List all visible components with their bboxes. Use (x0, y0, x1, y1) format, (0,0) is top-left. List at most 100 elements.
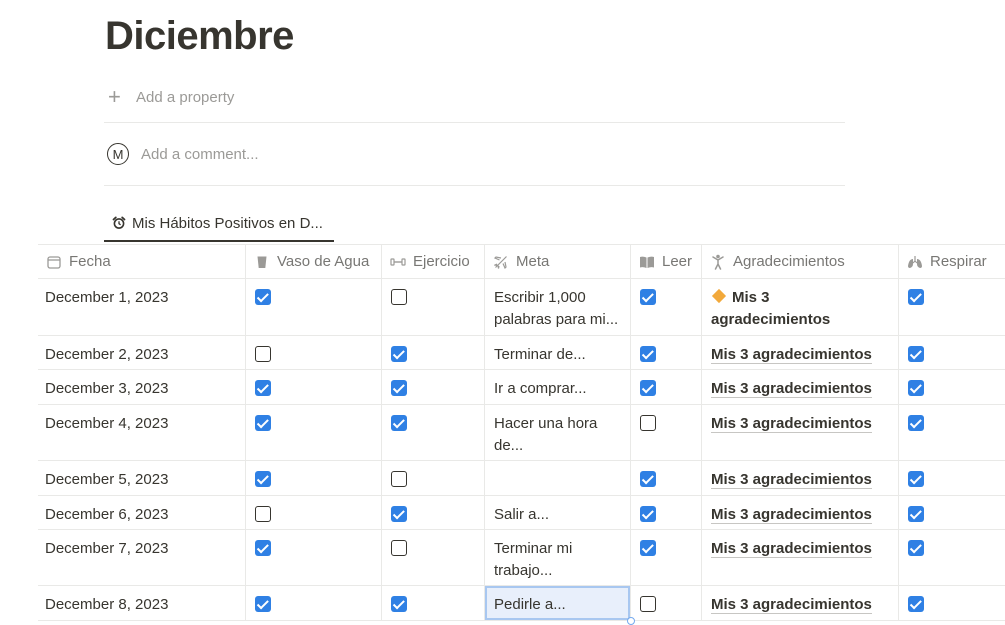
cell-agua[interactable] (246, 586, 382, 620)
column-header-fecha[interactable]: Fecha (38, 245, 246, 278)
checkbox[interactable] (255, 380, 271, 396)
checkbox[interactable] (391, 346, 407, 362)
cell-leer[interactable] (631, 496, 702, 529)
cell-agua[interactable] (246, 279, 382, 335)
cell-respirar[interactable] (899, 530, 1005, 585)
cell-leer[interactable] (631, 405, 702, 460)
cell-agradecimientos[interactable]: Mis 3 agradecimientos (702, 530, 899, 585)
cell-meta[interactable] (485, 461, 631, 495)
checkbox[interactable] (391, 380, 407, 396)
column-header-leer[interactable]: Leer (631, 245, 702, 278)
cell-respirar[interactable] (899, 370, 1005, 404)
checkbox[interactable] (640, 540, 656, 556)
agradecimientos-link[interactable]: Mis 3 agradecimientos (711, 380, 872, 398)
cell-fecha[interactable]: December 4, 2023 (38, 405, 246, 460)
checkbox[interactable] (640, 471, 656, 487)
agradecimientos-link[interactable]: Mis 3 agradecimientos (711, 506, 872, 524)
cell-leer[interactable] (631, 586, 702, 620)
cell-ejercicio[interactable] (382, 279, 485, 335)
cell-leer[interactable] (631, 336, 702, 369)
cell-agua[interactable] (246, 530, 382, 585)
cell-ejercicio[interactable] (382, 586, 485, 620)
column-header-ejercicio[interactable]: Ejercicio (382, 245, 485, 278)
agradecimientos-link[interactable]: Mis 3 agradecimientos (711, 415, 872, 433)
cell-agua[interactable] (246, 370, 382, 404)
checkbox[interactable] (255, 506, 271, 522)
checkbox[interactable] (255, 289, 271, 305)
add-property-button[interactable]: + Add a property (108, 85, 234, 109)
checkbox[interactable] (255, 596, 271, 612)
cell-ejercicio[interactable] (382, 405, 485, 460)
checkbox[interactable] (391, 540, 407, 556)
cell-agradecimientos[interactable]: Mis 3 agradecimientos (702, 405, 899, 460)
cell-respirar[interactable] (899, 336, 1005, 369)
column-header-respirar[interactable]: Respirar (899, 245, 1005, 278)
cell-agradecimientos[interactable]: Mis 3 agradecimientos (702, 370, 899, 404)
agradecimientos-link[interactable]: Mis 3 agradecimientos (711, 346, 872, 364)
agradecimientos-link[interactable]: Mis 3 agradecimientos (711, 471, 872, 489)
cell-agradecimientos[interactable]: Mis 3 agradecimientos (702, 461, 899, 495)
agradecimientos-link[interactable]: Mis 3 agradecimientos (711, 540, 872, 558)
checkbox[interactable] (908, 540, 924, 556)
cell-fecha[interactable]: December 3, 2023 (38, 370, 246, 404)
cell-fecha[interactable]: December 1, 2023 (38, 279, 246, 335)
checkbox[interactable] (908, 471, 924, 487)
cell-meta[interactable]: Escribir 1,000 palabras para mi... (485, 279, 631, 335)
cell-agradecimientos[interactable]: Mis 3 agradecimientos (702, 586, 899, 620)
checkbox[interactable] (255, 471, 271, 487)
cell-agradecimientos[interactable]: Mis 3 agradecimientos (702, 336, 899, 369)
cell-respirar[interactable] (899, 461, 1005, 495)
cell-agua[interactable] (246, 496, 382, 529)
checkbox[interactable] (640, 346, 656, 362)
checkbox[interactable] (640, 415, 656, 431)
checkbox[interactable] (640, 289, 656, 305)
cell-meta[interactable]: Terminar de... (485, 336, 631, 369)
checkbox[interactable] (908, 415, 924, 431)
cell-agradecimientos[interactable]: Mis 3 agradecimientos (702, 496, 899, 529)
cell-fecha[interactable]: December 2, 2023 (38, 336, 246, 369)
checkbox[interactable] (255, 540, 271, 556)
cell-ejercicio[interactable] (382, 336, 485, 369)
cell-agua[interactable] (246, 336, 382, 369)
cell-agua[interactable] (246, 405, 382, 460)
cell-leer[interactable] (631, 279, 702, 335)
cell-fecha[interactable]: December 8, 2023 (38, 586, 246, 620)
checkbox[interactable] (908, 346, 924, 362)
cell-respirar[interactable] (899, 279, 1005, 335)
cell-meta[interactable]: Pedirle a... (485, 586, 635, 625)
agradecimientos-link[interactable]: Mis 3 agradecimientos (711, 289, 830, 328)
checkbox[interactable] (908, 289, 924, 305)
cell-meta[interactable]: Terminar mi trabajo... (485, 530, 631, 585)
cell-leer[interactable] (631, 461, 702, 495)
cell-meta[interactable]: Ir a comprar... (485, 370, 631, 404)
cell-respirar[interactable] (899, 405, 1005, 460)
cell-fecha[interactable]: December 7, 2023 (38, 530, 246, 585)
agradecimientos-link[interactable]: Mis 3 agradecimientos (711, 596, 872, 614)
column-header-meta[interactable]: Meta (485, 245, 631, 278)
column-header-vaso-de-agua[interactable]: Vaso de Agua (246, 245, 382, 278)
column-header-agradecimientos[interactable]: Agradecimientos (702, 245, 899, 278)
checkbox[interactable] (640, 506, 656, 522)
comment-input[interactable]: M Add a comment... (107, 143, 259, 165)
cell-ejercicio[interactable] (382, 370, 485, 404)
cell-leer[interactable] (631, 370, 702, 404)
checkbox[interactable] (908, 380, 924, 396)
checkbox[interactable] (391, 471, 407, 487)
page-title[interactable]: Diciembre (105, 14, 294, 59)
cell-respirar[interactable] (899, 496, 1005, 529)
cell-fecha[interactable]: December 6, 2023 (38, 496, 246, 529)
checkbox[interactable] (255, 346, 271, 362)
cell-ejercicio[interactable] (382, 496, 485, 529)
cell-ejercicio[interactable] (382, 530, 485, 585)
checkbox[interactable] (255, 415, 271, 431)
checkbox[interactable] (391, 415, 407, 431)
cell-leer[interactable] (631, 530, 702, 585)
checkbox[interactable] (908, 596, 924, 612)
tab-view[interactable]: Mis Hábitos Positivos en D... (104, 206, 334, 242)
cell-ejercicio[interactable] (382, 461, 485, 495)
cell-agua[interactable] (246, 461, 382, 495)
cell-respirar[interactable] (899, 586, 1005, 620)
checkbox[interactable] (391, 289, 407, 305)
checkbox[interactable] (640, 596, 656, 612)
cell-meta[interactable]: Salir a... (485, 496, 631, 529)
